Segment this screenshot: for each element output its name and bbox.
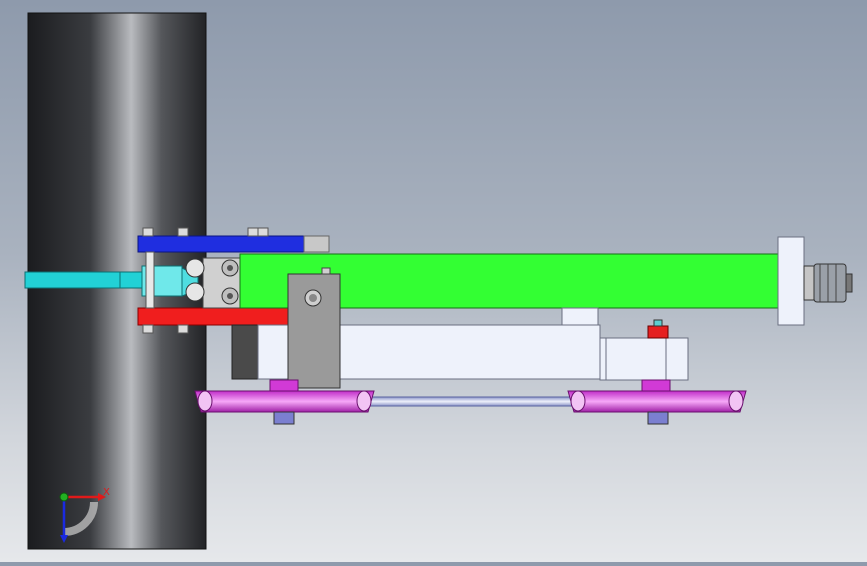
adjust-nut[interactable] <box>647 325 669 339</box>
cad-model-svg[interactable]: X <box>0 0 867 562</box>
left-pulley[interactable] <box>194 379 375 425</box>
cad-viewport[interactable]: X <box>0 0 867 562</box>
clevis-joint[interactable] <box>185 257 244 309</box>
right-pulley[interactable] <box>567 379 747 425</box>
end-plate[interactable] <box>777 236 805 326</box>
hinge-pin[interactable] <box>145 251 155 309</box>
triad-y-axis <box>59 492 69 502</box>
end-coupler[interactable] <box>803 263 853 303</box>
triad-x-label: X <box>103 487 110 498</box>
bracket-plate[interactable] <box>287 267 341 389</box>
